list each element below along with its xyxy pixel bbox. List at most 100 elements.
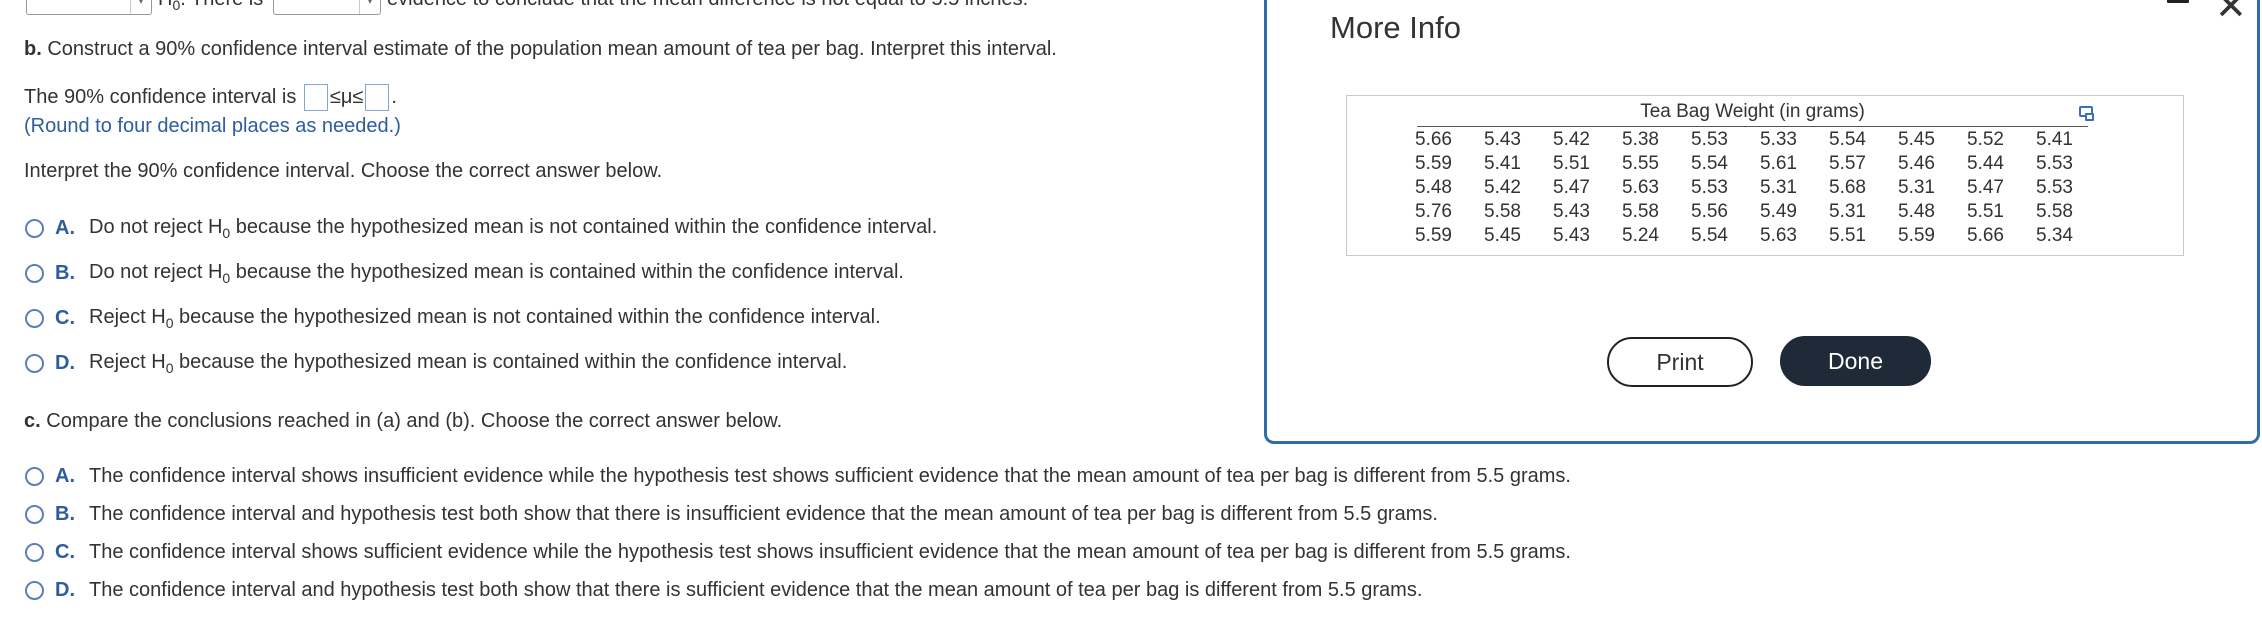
radio-button[interactable] bbox=[25, 219, 44, 238]
table-row: 5.59 5.41 5.51 5.55 5.54 5.61 5.57 5.46 5.44 5.53 bbox=[1415, 152, 2105, 176]
top-dropdown-1[interactable]: ▾ bbox=[26, 0, 152, 15]
part-c-option-b[interactable]: B. The confidence interval and hypothesi… bbox=[25, 503, 1438, 526]
table-cell: 5.31 bbox=[1760, 177, 1797, 198]
table-cell: 5.59 bbox=[1415, 153, 1452, 174]
table-cell: 5.52 bbox=[1967, 129, 2004, 150]
table-cell: 5.59 bbox=[1898, 225, 1935, 246]
table-cell: 5.55 bbox=[1622, 153, 1659, 174]
table-cell: 5.33 bbox=[1760, 129, 1797, 150]
radio-button[interactable] bbox=[25, 309, 44, 328]
table-cell: 5.54 bbox=[1691, 153, 1728, 174]
table-cell: 5.51 bbox=[1829, 225, 1866, 246]
option-text: The confidence interval and hypothesis t… bbox=[89, 579, 1423, 601]
table-row: 5.76 5.58 5.43 5.58 5.56 5.49 5.31 5.48 5.51 5.58 bbox=[1415, 200, 2105, 224]
table-cell: 5.54 bbox=[1691, 225, 1728, 246]
rounding-note: (Round to four decimal places as needed.… bbox=[24, 115, 401, 137]
table-cell: 5.53 bbox=[2036, 177, 2073, 198]
close-icon[interactable]: ✕ bbox=[2215, 0, 2247, 25]
option-text: The confidence interval and hypothesis t… bbox=[89, 503, 1438, 525]
table-cell: 5.68 bbox=[1829, 177, 1866, 198]
table-cell: 5.53 bbox=[1691, 129, 1728, 150]
copy-table-icon[interactable] bbox=[2079, 106, 2094, 121]
table-cell: 5.53 bbox=[2036, 153, 2073, 174]
table-cell: 5.58 bbox=[1622, 201, 1659, 222]
part-c-option-a[interactable]: A. The confidence interval shows insuffi… bbox=[25, 465, 1571, 488]
table-cell: 5.51 bbox=[1553, 153, 1590, 174]
radio-button[interactable] bbox=[25, 467, 44, 486]
part-b-question: b. Construct a 90% confidence interval e… bbox=[24, 38, 1057, 60]
table-cell: 5.38 bbox=[1622, 129, 1659, 150]
option-text: Do not reject H0 because the hypothesize… bbox=[89, 261, 904, 286]
table-cell: 5.44 bbox=[1967, 153, 2004, 174]
table-cell: 5.46 bbox=[1898, 153, 1935, 174]
tea-bag-weight-table: 5.66 5.43 5.42 5.38 5.53 5.33 5.54 5.45 5.52 5.41… bbox=[1415, 128, 2105, 248]
radio-button[interactable] bbox=[25, 505, 44, 524]
radio-button[interactable] bbox=[25, 354, 44, 373]
table-cell: 5.43 bbox=[1484, 129, 1521, 150]
table-cell: 5.58 bbox=[2036, 201, 2073, 222]
table-cell: 5.59 bbox=[1415, 225, 1452, 246]
confidence-interval-line: The 90% confidence interval is ≤μ≤. bbox=[24, 84, 397, 111]
table-cell: 5.63 bbox=[1622, 177, 1659, 198]
table-cell: 5.41 bbox=[2036, 129, 2073, 150]
part-b-option-d[interactable]: D. Reject H0 because the hypothesized me… bbox=[25, 351, 847, 376]
table-cell: 5.43 bbox=[1553, 201, 1590, 222]
part-b-option-b[interactable]: B. Do not reject H0 because the hypothes… bbox=[25, 261, 904, 286]
table-cell: 5.31 bbox=[1898, 177, 1935, 198]
more-info-dialog: More Info ✕ Tea Bag Weight (in grams) 5.… bbox=[1264, 0, 2260, 444]
option-text: Reject H0 because the hypothesized mean … bbox=[89, 306, 881, 331]
table-caption: Tea Bag Weight (in grams) bbox=[1417, 101, 2088, 127]
part-b-option-c[interactable]: C. Reject H0 because the hypothesized me… bbox=[25, 306, 881, 331]
done-button[interactable]: Done bbox=[1780, 336, 1931, 386]
chevron-down-icon: ▾ bbox=[130, 0, 151, 14]
chevron-down-icon: ▾ bbox=[359, 0, 380, 14]
part-c-option-d[interactable]: D. The confidence interval and hypothesi… bbox=[25, 579, 1422, 602]
table-row: 5.59 5.45 5.43 5.24 5.54 5.63 5.51 5.59 5.66 5.34 bbox=[1415, 224, 2105, 248]
part-c-question: c. Compare the conclusions reached in (a… bbox=[24, 410, 783, 432]
upper-bound-input[interactable] bbox=[365, 84, 390, 111]
table-cell: 5.43 bbox=[1553, 225, 1590, 246]
radio-button[interactable] bbox=[25, 581, 44, 600]
table-cell: 5.54 bbox=[1829, 129, 1866, 150]
top-dropdown-2[interactable]: ▾ bbox=[273, 0, 381, 15]
table-cell: 5.63 bbox=[1760, 225, 1797, 246]
table-cell: 5.42 bbox=[1553, 129, 1590, 150]
table-cell: 5.47 bbox=[1967, 177, 2004, 198]
part-c-option-c[interactable]: C. The confidence interval shows suffici… bbox=[25, 541, 1571, 564]
radio-button[interactable] bbox=[25, 543, 44, 562]
option-text: The confidence interval shows insufficie… bbox=[89, 465, 1571, 487]
table-cell: 5.42 bbox=[1484, 177, 1521, 198]
table-cell: 5.24 bbox=[1622, 225, 1659, 246]
table-cell: 5.41 bbox=[1484, 153, 1521, 174]
table-cell: 5.66 bbox=[1967, 225, 2004, 246]
table-row: 5.48 5.42 5.47 5.63 5.53 5.31 5.68 5.31 5.47 5.53 bbox=[1415, 176, 2105, 200]
tea-bag-table-container: Tea Bag Weight (in grams) 5.66 5.43 5.42 5.… bbox=[1346, 95, 2184, 256]
table-cell: 5.61 bbox=[1760, 153, 1797, 174]
table-cell: 5.45 bbox=[1898, 129, 1935, 150]
table-cell: 5.57 bbox=[1829, 153, 1866, 174]
table-cell: 5.66 bbox=[1415, 129, 1452, 150]
table-cell: 5.58 bbox=[1484, 201, 1521, 222]
minimize-icon[interactable] bbox=[2167, 0, 2189, 3]
table-cell: 5.53 bbox=[1691, 177, 1728, 198]
lower-bound-input[interactable] bbox=[303, 84, 328, 111]
table-cell: 5.47 bbox=[1553, 177, 1590, 198]
interpret-prompt: Interpret the 90% confidence interval. C… bbox=[24, 160, 663, 182]
option-text: Do not reject H0 because the hypothesize… bbox=[89, 216, 938, 241]
table-cell: 5.76 bbox=[1415, 201, 1452, 222]
option-text: The confidence interval shows sufficient… bbox=[89, 541, 1571, 563]
part-b-option-a[interactable]: A. Do not reject H0 because the hypothes… bbox=[25, 216, 937, 241]
table-cell: 5.48 bbox=[1898, 201, 1935, 222]
radio-button[interactable] bbox=[25, 264, 44, 283]
print-button[interactable]: Print bbox=[1607, 337, 1753, 387]
table-cell: 5.31 bbox=[1829, 201, 1866, 222]
option-text: Reject H0 because the hypothesized mean … bbox=[89, 351, 848, 376]
table-cell: 5.48 bbox=[1415, 177, 1452, 198]
table-cell: 5.49 bbox=[1760, 201, 1797, 222]
table-cell: 5.45 bbox=[1484, 225, 1521, 246]
table-cell: 5.56 bbox=[1691, 201, 1728, 222]
table-row: 5.66 5.43 5.42 5.38 5.53 5.33 5.54 5.45 5.52 5.41 bbox=[1415, 128, 2105, 152]
table-cell: 5.34 bbox=[2036, 225, 2073, 246]
table-cell: 5.51 bbox=[1967, 201, 2004, 222]
dialog-title: More Info bbox=[1330, 10, 1461, 45]
